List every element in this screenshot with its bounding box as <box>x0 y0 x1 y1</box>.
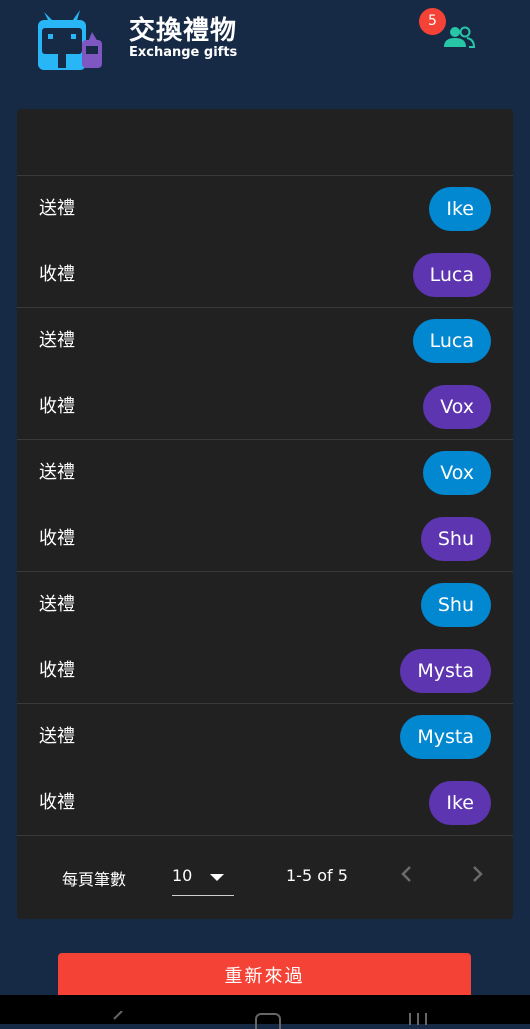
send-label: 送禮 <box>39 462 75 483</box>
receive-label: 收禮 <box>39 660 75 681</box>
receiver-chip[interactable]: Luca <box>412 253 491 297</box>
giver-chip[interactable]: Vox <box>423 451 491 495</box>
receive-label: 收禮 <box>39 792 75 813</box>
giver-chip[interactable]: Shu <box>420 583 491 627</box>
send-row: 送禮 Shu <box>17 572 513 638</box>
page-range-text: 1-5 of 5 <box>286 866 348 885</box>
receiver-chip[interactable]: Vox <box>423 385 491 429</box>
exchange-pair: 送禮 Shu 收禮 Mysta <box>17 572 513 704</box>
receive-row: 收禮 Ike <box>17 770 513 836</box>
home-icon[interactable] <box>255 1013 281 1029</box>
receive-row: 收禮 Vox <box>17 374 513 440</box>
recent-apps-icon[interactable] <box>408 1013 428 1025</box>
receive-label: 收禮 <box>39 528 75 549</box>
receive-row: 收禮 Mysta <box>17 638 513 704</box>
send-label: 送禮 <box>39 594 75 615</box>
receive-row: 收禮 Luca <box>17 242 513 308</box>
gift-cat-logo-icon <box>38 10 102 70</box>
people-icon[interactable] <box>443 25 475 49</box>
send-row: 送禮 Vox <box>17 440 513 506</box>
previous-page-icon[interactable] <box>395 862 419 886</box>
receiver-chip[interactable]: Shu <box>420 517 491 561</box>
giver-chip[interactable]: Ike <box>429 187 491 231</box>
giver-chip[interactable]: Mysta <box>400 715 491 759</box>
giver-chip[interactable]: Luca <box>412 319 491 363</box>
exchange-list-card: 送禮 Ike 收禮 Luca 送禮 Luca 收禮 Vox 送禮 Vox 收禮 … <box>17 109 513 919</box>
exchange-pair: 送禮 Luca 收禮 Vox <box>17 308 513 440</box>
send-label: 送禮 <box>39 198 75 219</box>
send-row: 送禮 Ike <box>17 176 513 242</box>
next-page-icon[interactable] <box>465 862 489 886</box>
app-header: 交換禮物 Exchange gifts 5 <box>0 0 530 90</box>
send-label: 送禮 <box>39 726 75 747</box>
exchange-pair: 送禮 Ike 收禮 Luca <box>17 176 513 308</box>
card-header <box>17 109 513 176</box>
rows-per-page-label: 每頁筆數 <box>62 870 127 889</box>
send-row: 送禮 Luca <box>17 308 513 374</box>
send-row: 送禮 Mysta <box>17 704 513 770</box>
back-icon[interactable] <box>108 1011 128 1025</box>
rows-per-page-value: 10 <box>172 866 193 885</box>
receiver-chip[interactable]: Mysta <box>400 649 491 693</box>
notification-badge: 5 <box>419 8 446 35</box>
system-nav-bar <box>0 995 530 1029</box>
page-subtitle: Exchange gifts <box>129 45 238 60</box>
reset-button[interactable]: 重新來過 <box>58 953 471 1001</box>
receive-label: 收禮 <box>39 264 75 285</box>
page-title: 交換禮物 <box>129 16 238 46</box>
receive-label: 收禮 <box>39 396 75 417</box>
receive-row: 收禮 Shu <box>17 506 513 572</box>
receiver-chip[interactable]: Ike <box>429 781 491 825</box>
dropdown-caret-icon <box>210 874 224 881</box>
send-label: 送禮 <box>39 330 75 351</box>
exchange-pair: 送禮 Vox 收禮 Shu <box>17 440 513 572</box>
pagination-bar: 每頁筆數 10 1-5 of 5 <box>17 835 513 919</box>
rows-per-page-select[interactable]: 10 <box>172 857 234 896</box>
exchange-pair: 送禮 Mysta 收禮 Ike <box>17 704 513 836</box>
